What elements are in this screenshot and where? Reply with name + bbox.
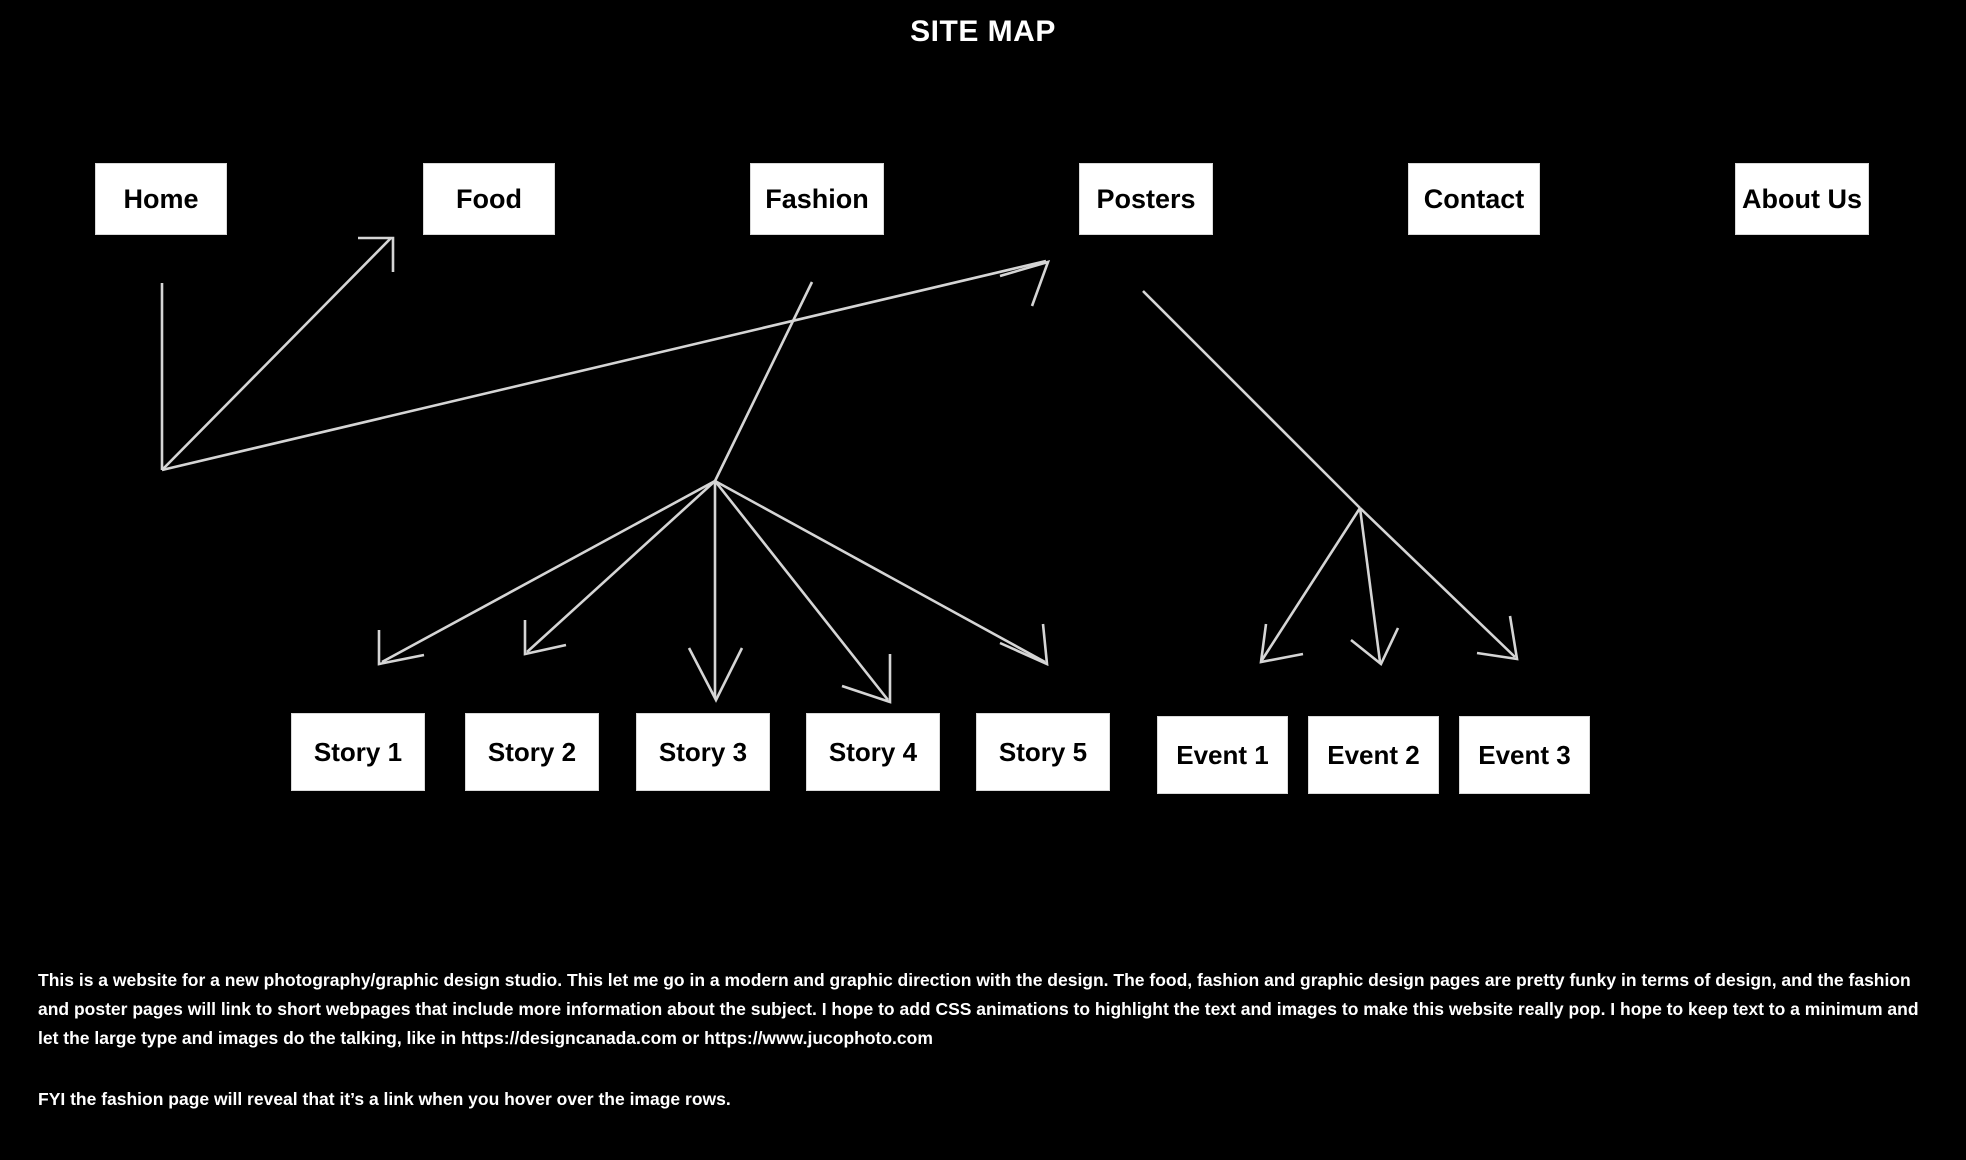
node-posters[interactable]: Posters	[1079, 163, 1213, 235]
node-label: Contact	[1423, 183, 1525, 214]
notes-fyi: FYI the fashion page will reveal that it…	[38, 1089, 731, 1109]
node-food[interactable]: Food	[423, 163, 555, 235]
sitemap-canvas: SITE MAP Home Food Fashion Posters Conta…	[0, 0, 1966, 1160]
arrowhead-story4	[841, 654, 892, 704]
connector-fashion-trunk	[713, 281, 814, 482]
arrowhead-story3	[687, 647, 744, 703]
node-label: Story 2	[487, 736, 577, 767]
node-label: Story 3	[658, 736, 748, 767]
arrowhead-story2	[523, 620, 567, 656]
connector-fashion-to-story5	[714, 479, 1046, 664]
node-home[interactable]: Home	[95, 163, 227, 235]
notes-description: This is a website for a new photography/…	[38, 970, 1919, 1048]
node-label: About Us	[1742, 183, 1862, 214]
arrowhead-posters	[999, 260, 1051, 307]
arrowhead-story1	[377, 630, 425, 666]
connector-fashion-to-story4	[713, 480, 890, 701]
connector-fashion-to-story1	[381, 479, 716, 664]
node-about-us[interactable]: About Us	[1735, 163, 1869, 235]
node-contact[interactable]: Contact	[1408, 163, 1540, 235]
connector-posters-to-event2	[1358, 507, 1382, 663]
node-event-1[interactable]: Event 1	[1157, 716, 1288, 794]
node-story-5[interactable]: Story 5	[976, 713, 1110, 791]
connector-posters-to-event3	[1359, 507, 1516, 658]
connector-fashion-to-story2	[526, 480, 716, 653]
node-label: Food	[456, 183, 522, 214]
node-label: Fashion	[765, 183, 869, 214]
node-label: Posters	[1096, 183, 1196, 214]
arrowhead-event3	[1476, 615, 1519, 661]
arrowhead-event1	[1259, 623, 1304, 664]
node-label: Home	[123, 183, 199, 214]
node-event-2[interactable]: Event 2	[1308, 716, 1439, 794]
node-story-3[interactable]: Story 3	[636, 713, 770, 791]
node-label: Story 4	[828, 736, 918, 767]
node-event-3[interactable]: Event 3	[1459, 716, 1590, 794]
node-story-4[interactable]: Story 4	[806, 713, 940, 791]
connector-home-to-food	[161, 237, 392, 471]
node-label: Story 5	[998, 736, 1088, 767]
node-story-1[interactable]: Story 1	[291, 713, 425, 791]
connector-home-to-posters	[161, 259, 1047, 472]
connector-posters-trunk	[1142, 290, 1361, 509]
node-story-2[interactable]: Story 2	[465, 713, 599, 791]
connector-posters-to-event1	[1260, 507, 1362, 661]
arrowhead-story5	[999, 623, 1049, 667]
arrowhead-event2	[1350, 627, 1400, 667]
node-label: Event 2	[1327, 739, 1420, 770]
node-fashion[interactable]: Fashion	[750, 163, 884, 235]
node-label: Event 1	[1176, 739, 1269, 770]
page-title: SITE MAP	[910, 15, 1056, 48]
node-label: Story 1	[313, 736, 403, 767]
node-label: Event 3	[1478, 739, 1571, 770]
arrowhead-food	[358, 236, 395, 272]
